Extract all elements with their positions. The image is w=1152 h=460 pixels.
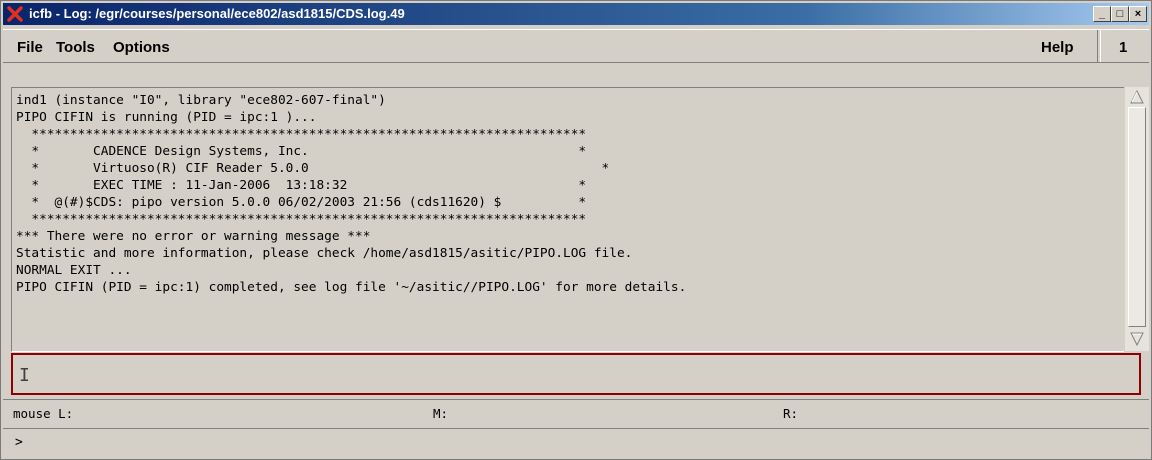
log-line: PIPO CIFIN (PID = ipc:1) completed, see … — [16, 280, 687, 295]
log-line: ind1 (instance "I0", library "ece802-607… — [16, 93, 386, 108]
scroll-thumb[interactable] — [1128, 107, 1146, 327]
prompt-bar: > — [3, 429, 1149, 457]
icfb-log-window: icfb - Log: /egr/courses/personal/ece802… — [0, 0, 1152, 460]
minimize-button[interactable]: _ — [1093, 6, 1111, 22]
log-line: ****************************************… — [16, 212, 587, 227]
log-line: *** There were no error or warning messa… — [16, 229, 371, 244]
log-line: PIPO CIFIN is running (PID = ipc:1 )... — [16, 110, 317, 125]
scroll-down-arrow-icon[interactable] — [1129, 331, 1145, 347]
menu-divider — [1097, 30, 1101, 62]
log-line: * @(#)$CDS: pipo version 5.0.0 06/02/200… — [16, 195, 587, 210]
mouse-middle-label: M: — [433, 406, 449, 421]
log-text: ind1 (instance "I0", library "ece802-607… — [16, 92, 686, 296]
command-input[interactable]: I — [11, 353, 1141, 395]
log-line: ****************************************… — [16, 127, 587, 142]
text-cursor-icon: I — [19, 365, 30, 386]
log-line: Statistic and more information, please c… — [16, 246, 633, 261]
cadence-x-icon — [7, 6, 23, 22]
menu-help[interactable]: Help — [1041, 39, 1074, 56]
log-line: * Virtuoso(R) CIF Reader 5.0.0 * — [16, 161, 610, 176]
mouse-right-label: R: — [783, 406, 799, 421]
maximize-button[interactable]: □ — [1111, 6, 1129, 22]
close-button[interactable]: × — [1129, 6, 1147, 22]
mouse-left-label: mouse L: — [13, 406, 74, 421]
log-line: NORMAL EXIT ... — [16, 263, 132, 278]
window-title: icfb - Log: /egr/courses/personal/ece802… — [29, 6, 405, 21]
log-output-area[interactable]: ind1 (instance "I0", library "ece802-607… — [11, 87, 1124, 352]
window-number: 1 — [1119, 39, 1128, 56]
scroll-up-arrow-icon[interactable] — [1129, 89, 1145, 105]
minimize-icon: _ — [1098, 8, 1106, 20]
mouse-bindings-bar: mouse L: M: R: — [3, 399, 1149, 429]
menu-tools[interactable]: Tools — [56, 39, 95, 56]
prompt-symbol: > — [15, 435, 23, 450]
menu-file[interactable]: File — [17, 39, 43, 56]
menu-options[interactable]: Options — [113, 39, 170, 56]
menu-bar: File Tools Options Help 1 — [3, 29, 1149, 63]
title-bar[interactable]: icfb - Log: /egr/courses/personal/ece802… — [3, 3, 1149, 25]
maximize-icon: □ — [1116, 8, 1124, 20]
log-line: * EXEC TIME : 11-Jan-2006 13:18:32 * — [16, 178, 587, 193]
vertical-scrollbar[interactable] — [1125, 87, 1149, 351]
log-line: * CADENCE Design Systems, Inc. * — [16, 144, 587, 159]
close-icon: × — [1134, 8, 1142, 20]
